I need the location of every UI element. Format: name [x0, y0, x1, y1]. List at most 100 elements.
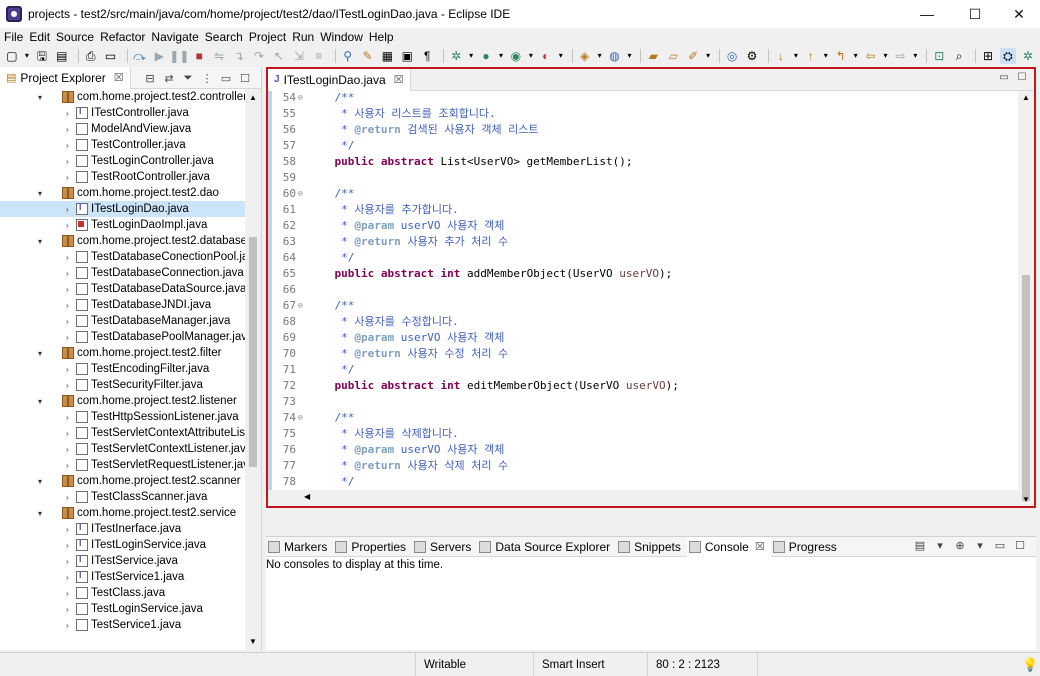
file-node[interactable]: › TestDatabaseManager.java	[0, 313, 246, 329]
tab-snippets[interactable]: Snippets	[616, 537, 687, 557]
display-console-icon[interactable]: ▤	[912, 539, 928, 555]
code-area[interactable]: 54 ⊖ /** 55 * 사용자 리스트를 조회합니다. 56 * @return …	[268, 91, 1018, 506]
filter-icon[interactable]: ⏷	[180, 70, 196, 86]
terminal-icon[interactable]: ▭	[103, 48, 119, 64]
open-type-icon[interactable]: ▰	[645, 48, 661, 64]
scroll-down-icon[interactable]: ▼	[249, 637, 257, 646]
file-node[interactable]: › ITestService.java	[0, 553, 246, 569]
print-icon[interactable]: ⎙	[83, 48, 99, 64]
code-line[interactable]: 59	[272, 169, 1014, 185]
file-node[interactable]: › TestLoginService.java	[0, 601, 246, 617]
package-node[interactable]: ▾ com.home.project.test2.listener	[0, 393, 246, 409]
step-return-icon[interactable]: ↖	[271, 48, 287, 64]
chevron-right-icon[interactable]: ›	[66, 445, 69, 454]
open-perspective-icon[interactable]: ⊞	[980, 48, 996, 64]
chevron-right-icon[interactable]: ›	[66, 621, 69, 630]
file-node[interactable]: › TestDatabaseConectionPool.java	[0, 249, 246, 265]
coverage-dropdown-icon[interactable]: ▾	[528, 48, 534, 64]
file-node[interactable]: › TestDatabaseConnection.java	[0, 265, 246, 281]
tree-scrollbar[interactable]: ▲ ▼	[245, 89, 261, 650]
chevron-right-icon[interactable]: ›	[66, 157, 69, 166]
chevron-right-icon[interactable]: ›	[66, 301, 69, 310]
chevron-right-icon[interactable]: ›	[66, 589, 69, 598]
code-line[interactable]: 67 ⊖ /**	[272, 297, 1014, 313]
code-line[interactable]: 68 * 사용자를 수정합니다.	[272, 313, 1014, 329]
file-node[interactable]: › TestDatabasePoolManager.java	[0, 329, 246, 345]
package-node[interactable]: ▾ com.home.project.test2.controller	[0, 89, 246, 105]
editor-vertical-scrollbar[interactable]: ▲ ▼	[1018, 91, 1034, 506]
chevron-down-icon[interactable]: ▾	[38, 189, 42, 198]
search-icon[interactable]: ⌕	[951, 48, 967, 64]
chevron-right-icon[interactable]: ›	[66, 573, 69, 582]
terminate-icon[interactable]: ■	[191, 48, 207, 64]
mark-occurrences-icon[interactable]: ✎	[360, 48, 376, 64]
java-ee-perspective-icon[interactable]: ⛭	[1000, 48, 1016, 64]
file-node[interactable]: › TestDatabaseDataSource.java	[0, 281, 246, 297]
chevron-right-icon[interactable]: ›	[66, 141, 69, 150]
view-menu-icon[interactable]: ⋮	[199, 70, 215, 86]
debug-dropdown-icon[interactable]: ▾	[468, 48, 474, 64]
file-node[interactable]: › TestController.java	[0, 137, 246, 153]
minimize-view-icon[interactable]: ▭	[218, 70, 234, 86]
open-resource-dropdown-icon[interactable]: ▾	[705, 48, 711, 64]
open-console-icon[interactable]: ⊕	[952, 539, 968, 555]
open-resource-icon[interactable]: ✐	[685, 48, 701, 64]
step-over-icon[interactable]: ↷	[251, 48, 267, 64]
show-whitespace-icon[interactable]: ¶	[419, 48, 435, 64]
menu-search[interactable]: Search	[205, 30, 247, 44]
file-node[interactable]: › TestHttpSessionListener.java	[0, 409, 246, 425]
chevron-down-icon[interactable]: ▾	[38, 477, 42, 486]
code-line[interactable]: 54 ⊖ /**	[272, 91, 1014, 105]
chevron-right-icon[interactable]: ›	[66, 557, 69, 566]
pin-editor-icon[interactable]: ⊡	[931, 48, 947, 64]
new-class-icon[interactable]: ◍	[607, 48, 623, 64]
save-all-icon[interactable]: ▤	[54, 48, 70, 64]
editor-horizontal-scrollbar[interactable]: ◀	[268, 490, 1018, 506]
word-wrap-icon[interactable]: ▣	[399, 48, 415, 64]
debug-perspective-icon[interactable]: ✲	[1020, 48, 1036, 64]
menu-file[interactable]: File	[4, 30, 27, 44]
new-java-project-icon[interactable]: ◈	[577, 48, 593, 64]
new-class-dropdown-icon[interactable]: ▾	[626, 48, 632, 64]
file-node[interactable]: › TestLoginDaoImpl.java	[0, 217, 246, 233]
menu-project[interactable]: Project	[249, 30, 290, 44]
scrollbar-thumb[interactable]	[1022, 275, 1030, 501]
code-line[interactable]: 76 * @param userVO 사용자 객체	[272, 441, 1014, 457]
collapse-all-icon[interactable]: ⊟	[142, 70, 158, 86]
maximize-button[interactable]: ☐	[952, 0, 998, 28]
step-into-icon[interactable]: ↴	[231, 48, 247, 64]
next-annotation-dropdown-icon[interactable]: ▾	[793, 48, 799, 64]
code-line[interactable]: 74 ⊖ /**	[272, 409, 1014, 425]
minimize-view-icon[interactable]: ▭	[992, 539, 1008, 555]
tab-itestlogindao[interactable]: J ITestLoginDao.java ☒	[268, 68, 411, 91]
code-line[interactable]: 66	[272, 281, 1014, 297]
code-line[interactable]: 55 * 사용자 리스트를 조회합니다.	[272, 105, 1014, 121]
last-edit-location-icon[interactable]: ↰	[833, 48, 849, 64]
chevron-right-icon[interactable]: ›	[66, 221, 69, 230]
package-node[interactable]: ▾ com.home.project.test2.filter	[0, 345, 246, 361]
file-node[interactable]: › ITestController.java	[0, 105, 246, 121]
file-node[interactable]: › TestDatabaseJNDI.java	[0, 297, 246, 313]
code-line[interactable]: 70 * @return 사용자 수정 처리 수	[272, 345, 1014, 361]
fold-icon[interactable]: ⊖	[296, 189, 308, 198]
file-node[interactable]: › TestServletContextListener.java	[0, 441, 246, 457]
file-node[interactable]: › ITestInerface.java	[0, 521, 246, 537]
tip-lightbulb-icon[interactable]: 💡	[1022, 657, 1038, 673]
code-line[interactable]: 62 * @param userVO 사용자 객체	[272, 217, 1014, 233]
maximize-view-icon[interactable]: ☐	[237, 70, 253, 86]
scrollbar-thumb[interactable]	[249, 237, 257, 467]
scroll-left-icon[interactable]: ◀	[304, 492, 310, 501]
tab-properties[interactable]: Properties	[333, 537, 412, 557]
scroll-down-icon[interactable]: ▼	[1022, 495, 1030, 504]
file-node[interactable]: › TestService1.java	[0, 617, 246, 633]
chevron-right-icon[interactable]: ›	[66, 109, 69, 118]
disconnect-icon[interactable]: ⇋	[211, 48, 227, 64]
chevron-right-icon[interactable]: ›	[66, 541, 69, 550]
close-icon[interactable]: ☒	[755, 540, 765, 553]
menu-help[interactable]: Help	[369, 30, 398, 44]
file-node[interactable]: › TestEncodingFilter.java	[0, 361, 246, 377]
save-icon[interactable]: 🖫	[34, 48, 50, 64]
chevron-right-icon[interactable]: ›	[66, 285, 69, 294]
code-line[interactable]: 72 public abstract int editMemberObject(…	[272, 377, 1014, 393]
code-line[interactable]: 78 */	[272, 473, 1014, 489]
